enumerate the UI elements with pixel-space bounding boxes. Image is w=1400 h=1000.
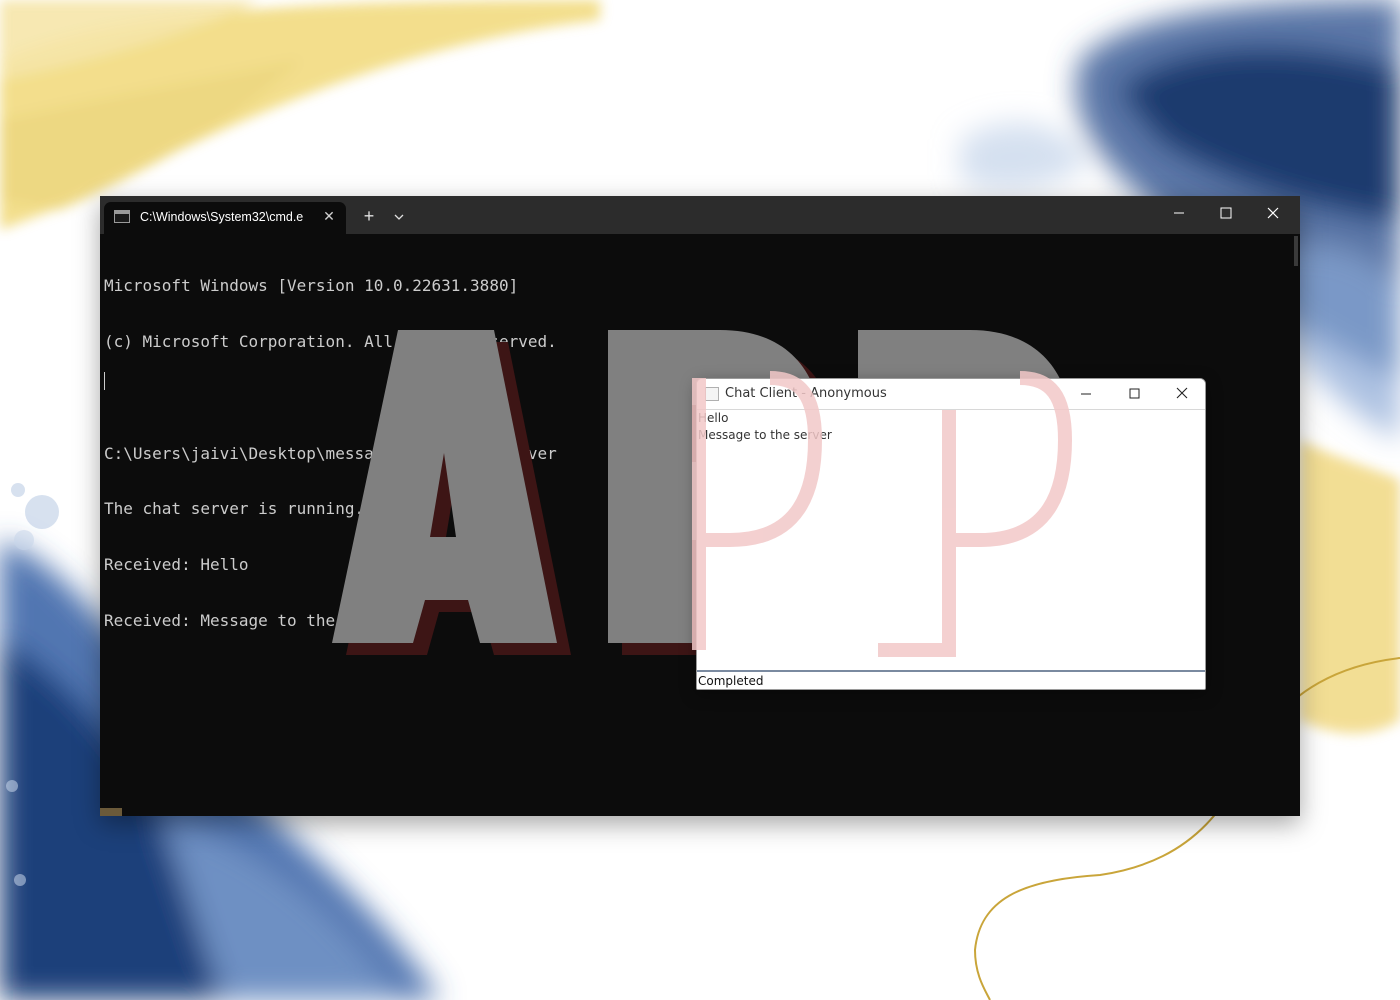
maximize-icon[interactable] <box>1203 196 1249 230</box>
maximize-icon[interactable] <box>1111 379 1157 409</box>
terminal-line: (c) Microsoft Corporation. All rights re… <box>104 331 557 351</box>
chat-input-field[interactable] <box>697 670 1205 689</box>
terminal-tab[interactable]: C:\Windows\System32\cmd.e ✕ <box>104 202 346 234</box>
terminal-scrollbar[interactable] <box>1294 236 1298 266</box>
chat-message: Message to the server <box>698 427 832 442</box>
close-icon[interactable] <box>1250 196 1296 230</box>
close-icon[interactable]: ✕ <box>320 207 338 225</box>
resize-grip[interactable] <box>100 808 122 816</box>
java-icon <box>705 387 719 401</box>
text-cursor <box>104 372 105 390</box>
chat-message-area[interactable]: Hello Message to the server <box>697 409 1205 667</box>
terminal-tab-title: C:\Windows\System32\cmd.e <box>140 210 304 224</box>
chat-message: Hello <box>698 411 729 425</box>
terminal-icon <box>114 210 130 223</box>
chat-window-title: Chat Client - Anonymous <box>725 386 887 401</box>
minimize-icon[interactable] <box>1156 196 1202 230</box>
chat-titlebar[interactable]: Chat Client - Anonymous <box>697 379 1205 409</box>
chevron-down-icon[interactable] <box>390 208 408 226</box>
minimize-icon[interactable] <box>1063 379 1109 409</box>
close-icon[interactable] <box>1159 379 1205 409</box>
terminal-titlebar[interactable]: C:\Windows\System32\cmd.e ✕ + <box>100 196 1300 234</box>
plus-icon[interactable]: + <box>358 206 380 228</box>
bubbles <box>6 483 59 886</box>
chat-client-window: Chat Client - Anonymous Hello Message to… <box>696 378 1206 690</box>
terminal-line: Microsoft Windows [Version 10.0.22631.38… <box>104 276 519 296</box>
